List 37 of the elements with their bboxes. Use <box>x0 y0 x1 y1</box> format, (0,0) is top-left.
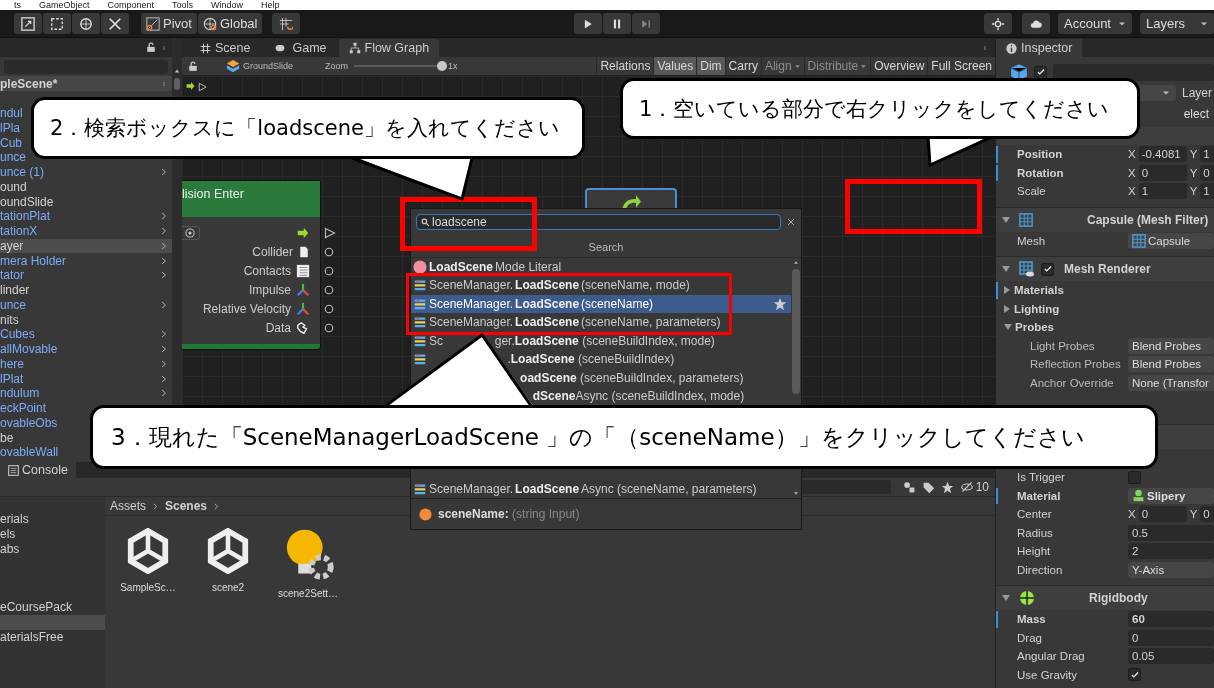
field-label: Scale <box>1016 185 1047 198</box>
axis-label: X <box>1128 185 1136 198</box>
field-label: Mass <box>1016 613 1047 626</box>
field-label: Reflection Probes <box>1029 358 1122 371</box>
field-label: Anchor Override <box>1029 376 1115 389</box>
field-label: Height <box>1016 545 1052 558</box>
axis-label: Y <box>1189 508 1198 521</box>
field-label: Rotation <box>1016 166 1065 179</box>
zoom-label: Zoom <box>325 61 349 71</box>
scene-name: pleScene* <box>0 76 58 91</box>
port-label: Collider <box>252 244 293 259</box>
field-label: Angular Drag <box>1016 650 1086 663</box>
field-label: Position <box>1016 148 1064 161</box>
port-label: Contacts <box>243 263 291 278</box>
field-label: Light Probes <box>1029 339 1096 352</box>
port-label: Impulse <box>248 282 291 297</box>
zoom-value: 1x <box>448 61 458 71</box>
field-label: Mesh <box>1016 234 1047 247</box>
axis-label: X <box>1128 148 1136 161</box>
port-label: Data <box>265 320 291 335</box>
field-label: Center <box>1016 508 1053 521</box>
axis-label: Y <box>1189 185 1198 198</box>
axis-label: Y <box>1189 148 1198 161</box>
field-label: Is Trigger <box>1016 471 1066 484</box>
field-label: Direction <box>1016 563 1064 576</box>
port-label: Relative Velocity <box>202 301 291 316</box>
popup-title: Search <box>588 240 624 253</box>
layer-label: Layer <box>1181 86 1213 100</box>
axis-label: X <box>1128 508 1136 521</box>
axis-label: X <box>1128 166 1136 179</box>
node-title: lision Enter <box>182 187 244 201</box>
axis-label: Y <box>1189 166 1198 179</box>
port-description: sceneName: (string Input) <box>438 507 580 521</box>
field-label: Material <box>1016 489 1062 502</box>
field-label: Use Gravity <box>1016 668 1079 681</box>
field-label: Drag <box>1016 631 1043 644</box>
field-label: Radius <box>1016 526 1054 539</box>
